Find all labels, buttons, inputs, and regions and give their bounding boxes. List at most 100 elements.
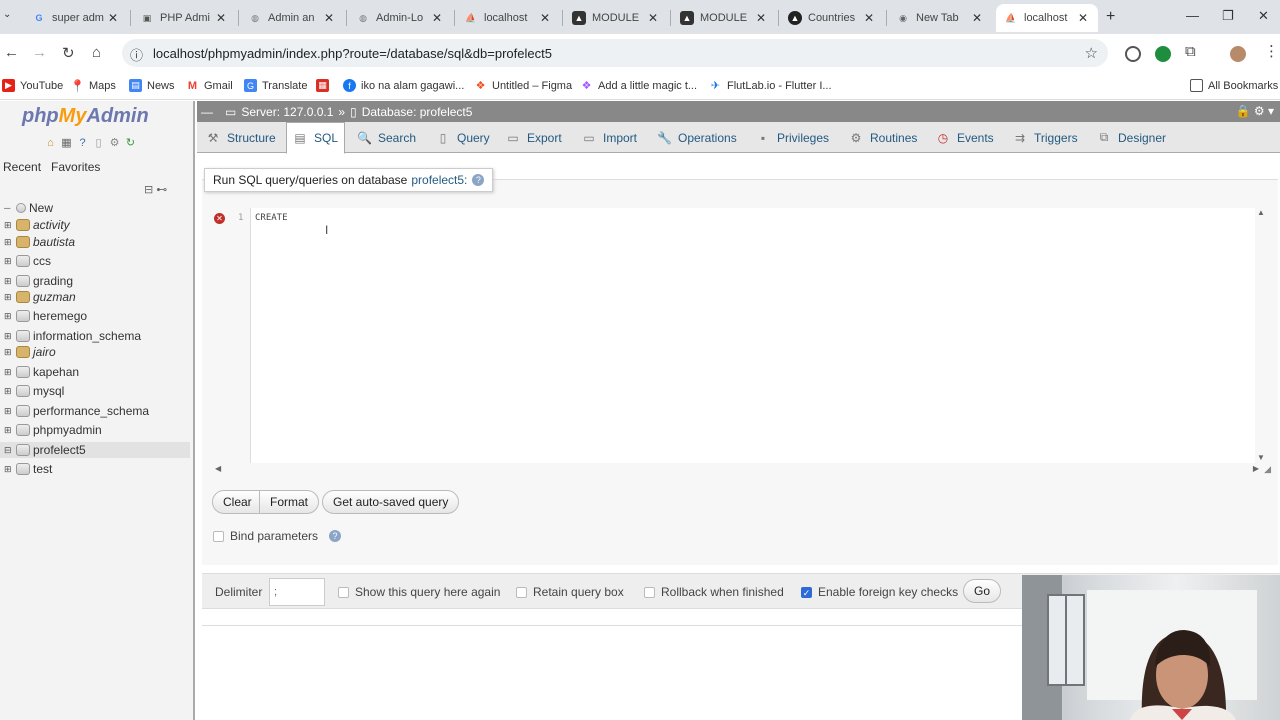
expand-icon[interactable]: ⊞ [4, 237, 14, 248]
collapse-nav-icon[interactable]: — [201, 105, 213, 119]
tab-designer[interactable]: ⧉ Designer [1091, 122, 1172, 153]
show-query-option[interactable]: Show this query here again [338, 585, 500, 599]
db-item[interactable]: ⊞ guzman [4, 289, 76, 305]
bookmark-gmail[interactable]: M Gmail [186, 79, 233, 92]
browser-tab[interactable]: ▲ Countries ✕ [780, 4, 884, 32]
expand-icon[interactable]: ⊞ [4, 220, 14, 231]
error-icon[interactable]: ✕ [214, 213, 225, 224]
home-icon[interactable]: ⌂ [92, 44, 101, 61]
docs-icon[interactable]: ▯ [92, 137, 105, 150]
expand-icon[interactable]: ⊞ [4, 331, 14, 342]
format-button[interactable]: Format [259, 490, 320, 514]
tab-query[interactable]: ▯ Query [430, 122, 496, 153]
db-item[interactable]: ⊞ ccs [4, 253, 51, 269]
collapse-icon[interactable]: ⊟ [4, 445, 14, 456]
db-item[interactable]: ⊞ grading [4, 273, 73, 289]
rollback-option[interactable]: Rollback when finished [644, 585, 784, 599]
tab-search[interactable]: 🔍 Search [351, 122, 422, 153]
settings-icon[interactable]: ⚙ [108, 137, 121, 150]
retain-query-box-option[interactable]: Retain query box [516, 585, 624, 599]
expand-icon[interactable]: ⊞ [4, 464, 14, 475]
shield-extension-icon[interactable] [1155, 46, 1171, 62]
all-bookmarks[interactable]: All Bookmarks [1190, 79, 1278, 92]
db-item[interactable]: ⊞ activity [4, 217, 70, 233]
help-icon[interactable]: ? [329, 530, 342, 542]
browser-tab[interactable]: ◉ New Tab ✕ [888, 4, 992, 32]
browser-tab[interactable]: ◍ Admin an ✕ [240, 4, 344, 32]
browser-tab[interactable]: ▣ PHP Admi ✕ [132, 4, 236, 32]
tab-routines[interactable]: ⚙ Routines [843, 122, 923, 153]
db-item-selected[interactable]: ⊟ profelect5 [0, 442, 190, 458]
menu-dots-icon[interactable]: ⋮ [1264, 42, 1279, 60]
forward-icon[interactable]: → [32, 44, 47, 61]
expand-icon[interactable]: ⊞ [4, 425, 14, 436]
close-tab-icon[interactable]: ✕ [538, 11, 552, 25]
phpmyadmin-logo[interactable]: phpMyAdmin [22, 105, 149, 128]
browser-tab[interactable]: ⛵ localhost ✕ [456, 4, 560, 32]
sql-editor[interactable]: ✕ 1 CREATE I [213, 208, 1255, 463]
favorites-tab[interactable]: Favorites [51, 160, 100, 174]
tab-sql[interactable]: ▤ SQL [286, 122, 346, 154]
close-tab-icon[interactable]: ✕ [646, 11, 660, 25]
bookmark-youtube[interactable]: ▶ YouTube [2, 79, 63, 92]
db-item[interactable]: ⊞ information_schema [4, 328, 141, 344]
url-input[interactable]: ⓘ localhost/phpmyadmin/index.php?route=/… [122, 39, 1108, 67]
db-item[interactable]: ⊞ jairo [4, 344, 56, 360]
browser-tab-active[interactable]: ⛵ localhost ✕ [996, 4, 1098, 32]
clear-button[interactable]: Clear [212, 490, 263, 514]
help-icon[interactable]: ? [76, 137, 89, 150]
site-info-icon[interactable]: ⓘ [130, 45, 143, 64]
close-tab-icon[interactable]: ✕ [1076, 11, 1090, 25]
foreign-key-checks-checkbox[interactable]: ✓ [801, 586, 812, 598]
tab-import[interactable]: ▭ Import [576, 122, 643, 153]
minimize-icon[interactable]: — [1186, 8, 1199, 23]
db-item[interactable]: ⊞ mysql [4, 383, 64, 399]
tab-events[interactable]: ◷ Events [930, 122, 1000, 153]
recent-tab[interactable]: Recent [3, 160, 41, 174]
db-item[interactable]: ⊞ kapehan [4, 364, 79, 380]
close-tab-icon[interactable]: ✕ [970, 11, 984, 25]
bookmark-translate[interactable]: G Translate [244, 79, 307, 92]
close-tab-icon[interactable]: ✕ [754, 11, 768, 25]
bind-parameters-checkbox[interactable] [213, 530, 224, 542]
close-tab-icon[interactable]: ✕ [430, 11, 444, 25]
bookmark-maps[interactable]: 📍 Maps [70, 79, 116, 93]
rollback-checkbox[interactable] [644, 586, 655, 598]
expand-icon[interactable]: ⊞ [4, 292, 14, 303]
db-item[interactable]: ⊞ bautista [4, 234, 75, 250]
get-autosaved-query-button[interactable]: Get auto-saved query [322, 490, 460, 514]
tab-search-dropdown-icon[interactable]: ⌄ [3, 9, 11, 20]
db-item[interactable]: ⊞ heremego [4, 308, 87, 324]
home-icon[interactable]: ⌂ [44, 137, 57, 150]
bookmark-star-icon[interactable]: ☆ [1085, 44, 1098, 62]
expand-icon[interactable]: ⊞ [4, 367, 14, 378]
retain-query-box-checkbox[interactable] [516, 586, 527, 598]
logout-icon[interactable]: ▦ [60, 137, 73, 150]
extensions-puzzle-icon[interactable]: ⧉ [1185, 43, 1196, 60]
extension-icon[interactable] [1125, 46, 1141, 62]
breadcrumb-server[interactable]: Server: 127.0.0.1 [241, 105, 333, 119]
breadcrumb-database[interactable]: Database: profelect5 [362, 105, 473, 119]
collapse-all-icon[interactable]: ⊟ ⊷ [144, 183, 167, 196]
tab-operations[interactable]: 🔧 Operations [651, 122, 743, 153]
new-tab-icon[interactable]: + [1106, 8, 1115, 26]
db-item[interactable]: ⊞ performance_schema [4, 403, 149, 419]
expand-icon[interactable]: ⊞ [4, 311, 14, 322]
bookmark-app[interactable]: ▦ [316, 79, 334, 92]
tab-structure[interactable]: ⚒ Structure [200, 122, 282, 153]
browser-tab[interactable]: ▲ MODULE ✕ [672, 4, 776, 32]
bookmark-figma-magic[interactable]: ❖ Add a little magic t... [580, 79, 697, 93]
editor-horizontal-scrollbar[interactable]: ◀ ▶ ◢ [213, 463, 1271, 475]
tab-triggers[interactable]: ⇉ Triggers [1007, 122, 1084, 153]
db-item[interactable]: ⊞ phpmyadmin [4, 422, 102, 438]
browser-tab[interactable]: ▲ MODULE ✕ [564, 4, 668, 32]
reload-navigation-icon[interactable]: ↻ [124, 137, 137, 150]
close-window-icon[interactable]: ✕ [1258, 8, 1269, 24]
expand-icon[interactable]: ⊞ [4, 406, 14, 417]
db-new[interactable]: ─ New [4, 200, 53, 216]
show-query-checkbox[interactable] [338, 586, 349, 598]
expand-icon[interactable]: ⊞ [4, 386, 14, 397]
profile-avatar[interactable] [1230, 46, 1246, 62]
tab-export[interactable]: ▭ Export [500, 122, 568, 153]
back-icon[interactable]: ← [4, 44, 19, 61]
